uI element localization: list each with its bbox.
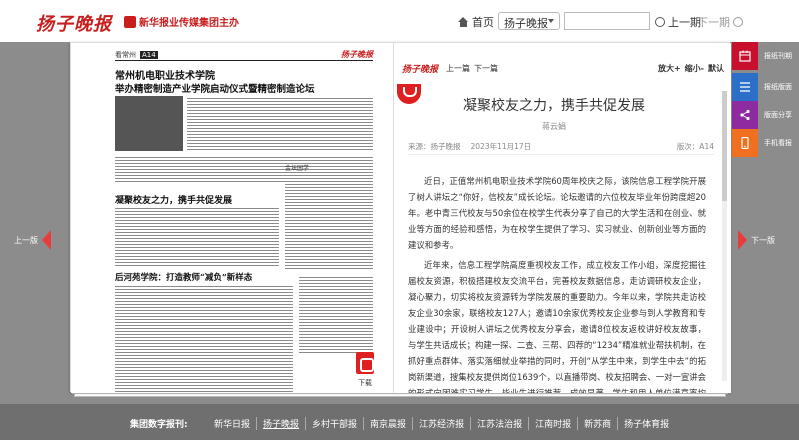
- site-logo[interactable]: 扬子晚报: [36, 10, 112, 36]
- calendar-icon: [732, 42, 758, 70]
- tool-share[interactable]: 版面分享: [732, 101, 799, 129]
- chevron-left-icon: [42, 230, 51, 250]
- text-column: [115, 206, 279, 266]
- footer-bar: 集团数字报刊: 新华日报 扬子晚报 乡村干部报 南京晨报 江苏经济报 江苏法治报…: [0, 404, 799, 440]
- side-toolbar: 报纸刊期 报纸版面 版面分享 手机看报: [732, 42, 799, 157]
- tool-label: 报纸版面: [764, 83, 792, 91]
- scrollbar-thumb[interactable]: [722, 91, 727, 201]
- group-seal-icon: [124, 16, 136, 28]
- reader-stage: 看常州 A14 扬子晚报 常州机电职业技术学院 举办精密制造产业学院启动仪式暨精…: [0, 42, 799, 404]
- publisher-label: 新华报业传媒集团主办: [124, 14, 239, 29]
- side-note: 金坛园学: [285, 165, 310, 172]
- section-label: 看常州: [115, 50, 136, 59]
- phone-icon: [732, 129, 758, 157]
- tool-label: 手机看报: [764, 139, 792, 147]
- headline-4[interactable]: 后河苑学院：打造教师“减负”新样态: [115, 271, 252, 283]
- text-column: [187, 96, 373, 151]
- footer-link[interactable]: 新苏商: [577, 417, 617, 430]
- newspaper-page-image[interactable]: 看常州 A14 扬子晚报 常州机电职业技术学院 举办精密制造产业学院启动仪式暨精…: [71, 43, 393, 393]
- tool-mobile[interactable]: 手机看报: [732, 129, 799, 157]
- download-pdf-button[interactable]: 下载: [354, 352, 376, 390]
- zoom-default-button[interactable]: 默认: [708, 63, 724, 74]
- tool-label: 报纸刊期: [764, 52, 792, 60]
- page-logo: 扬子晚报: [341, 50, 373, 59]
- footer-link[interactable]: 乡村干部报: [305, 417, 363, 430]
- prev-page-label: 上一版: [14, 235, 38, 245]
- article-source: 来源：扬子晚报: [408, 142, 461, 151]
- article-author: 蒋云娟: [542, 122, 566, 131]
- download-label: 下载: [358, 379, 372, 387]
- article-meta: 来源：扬子晚报 2023年11月17日 版次：A14: [408, 141, 714, 155]
- publisher-text: 新华报业传媒集团主办: [139, 18, 239, 29]
- article-toolbar: 扬子晚报 上一篇 下一篇 放大+ 缩小- 默认: [402, 59, 724, 77]
- next-circle-icon: [733, 17, 743, 27]
- tool-page-list[interactable]: 报纸版面: [732, 73, 799, 101]
- article-title: 凝聚校友之力，携手共促发展: [463, 98, 645, 114]
- text-column: [299, 275, 373, 353]
- prev-page-button[interactable]: 上一版: [14, 230, 51, 250]
- search-input[interactable]: [564, 12, 650, 30]
- tool-issue-calendar[interactable]: 报纸刊期: [732, 42, 799, 70]
- text-column: [285, 173, 373, 271]
- footer-links: 新华日报 扬子晚报 乡村干部报 南京晨报 江苏经济报 江苏法治报 江南时报 新苏…: [208, 417, 675, 430]
- zoom-controls: 放大+ 缩小- 默认: [658, 63, 724, 74]
- prev-circle-icon: [655, 17, 665, 27]
- footer-label: 集团数字报刊:: [130, 420, 188, 430]
- page-header: 看常州 A14 扬子晚报: [115, 49, 373, 61]
- paper-select[interactable]: 扬子晚报: [498, 12, 560, 30]
- headline-1[interactable]: 常州机电职业技术学院: [115, 67, 215, 82]
- next-issue-label: 下一期: [697, 16, 730, 29]
- headline-2[interactable]: 举办精密制造产业学院启动仪式暨精密制造论坛: [115, 81, 315, 95]
- pdf-icon: [356, 352, 374, 374]
- article-body: 近日，正值常州机电职业技术学院60周年校庆之际，该院信息工程学院开展了树人讲坛之…: [408, 173, 706, 393]
- footer-link[interactable]: 江苏法治报: [470, 417, 528, 430]
- article-paragraph: 近日，正值常州机电职业技术学院60周年校庆之际，该院信息工程学院开展了树人讲坛之…: [408, 176, 706, 250]
- home-label: 首页: [472, 16, 494, 29]
- headline-3[interactable]: 凝聚校友之力，携手共促发展: [115, 193, 232, 206]
- footer-link[interactable]: 南京晨报: [363, 417, 412, 430]
- home-icon: [458, 17, 469, 27]
- next-article-link[interactable]: 下一篇: [474, 63, 498, 74]
- article-scrollbar[interactable]: [722, 91, 727, 381]
- share-icon: [732, 101, 758, 129]
- news-photo: [115, 96, 183, 151]
- top-bar: 扬子晚报 新华报业传媒集团主办 首页 扬子晚报 上一期 下一期: [0, 0, 799, 42]
- article-edition: 版次：A14: [676, 142, 714, 151]
- article-logo: 扬子晚报: [402, 64, 439, 75]
- chevron-down-icon: [548, 19, 554, 23]
- zoom-out-button[interactable]: 缩小-: [685, 63, 704, 74]
- next-page-button[interactable]: 下一版: [738, 230, 775, 250]
- prev-article-link[interactable]: 上一篇: [446, 63, 470, 74]
- footer-link[interactable]: 新华日报: [208, 417, 256, 430]
- paper-select-value: 扬子晚报: [504, 17, 548, 30]
- footer-link[interactable]: 扬子体育报: [617, 417, 675, 430]
- article-date: 2023年11月17日: [470, 142, 532, 151]
- next-page-label: 下一版: [751, 235, 775, 245]
- footer-link[interactable]: 江苏经济报: [412, 417, 470, 430]
- next-issue-link[interactable]: 下一期: [697, 14, 743, 30]
- page-number: A14: [140, 50, 158, 59]
- list-icon: [732, 73, 758, 101]
- article-panel: 扬子晚报 上一篇 下一篇 放大+ 缩小- 默认 凝聚校友之力，携手共促发展 蒋云…: [393, 43, 731, 393]
- text-column: [115, 284, 293, 393]
- prev-issue-link[interactable]: 上一期: [655, 14, 701, 30]
- footer-link-active[interactable]: 扬子晚报: [256, 417, 305, 430]
- chevron-right-icon: [738, 230, 747, 250]
- zoom-in-button[interactable]: 放大+: [658, 63, 681, 74]
- home-link[interactable]: 首页: [458, 14, 494, 30]
- footer-link[interactable]: 江南时报: [528, 417, 577, 430]
- article-paragraph: 近年来，信息工程学院高度重视校友工作，成立校友工作小组，深度挖掘往届校友资源，积…: [408, 260, 706, 393]
- tool-label: 版面分享: [764, 111, 792, 119]
